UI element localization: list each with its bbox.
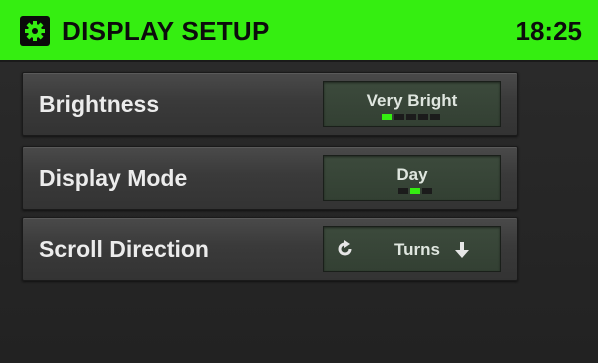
page-title: DISPLAY SETUP [62,16,270,46]
display-mode-level-indicator [398,188,432,194]
setting-value: Turns [394,240,440,259]
brightness-level-indicator [382,114,440,120]
level-segment [418,114,428,120]
level-segment-on [410,188,420,194]
title-bar: DISPLAY SETUP 18:25 [0,0,598,62]
arrow-down-icon [455,242,469,258]
settings-list: Brightness Very Bright Display Mode Day … [0,62,598,363]
setting-label: Display Mode [39,165,188,191]
level-segment [394,114,404,120]
display-mode-selector[interactable]: Day [323,155,501,201]
clock: 18:25 [515,16,583,46]
gear-icon [20,16,50,46]
setting-value: Day [396,165,428,184]
level-segment-on [382,114,392,120]
rotate-icon [338,240,352,256]
setting-value: Very Bright [366,91,458,110]
setting-label: Brightness [39,91,160,117]
setting-row-display-mode[interactable]: Display Mode Day [22,146,518,210]
level-segment [422,188,432,194]
setting-row-brightness[interactable]: Brightness Very Bright [22,72,518,136]
setting-label: Scroll Direction [39,236,209,262]
setting-row-scroll-direction[interactable]: Scroll Direction Turns [22,217,518,281]
level-segment [398,188,408,194]
brightness-selector[interactable]: Very Bright [323,81,501,127]
level-segment [430,114,440,120]
scroll-direction-selector[interactable]: Turns [323,226,501,272]
level-segment [406,114,416,120]
